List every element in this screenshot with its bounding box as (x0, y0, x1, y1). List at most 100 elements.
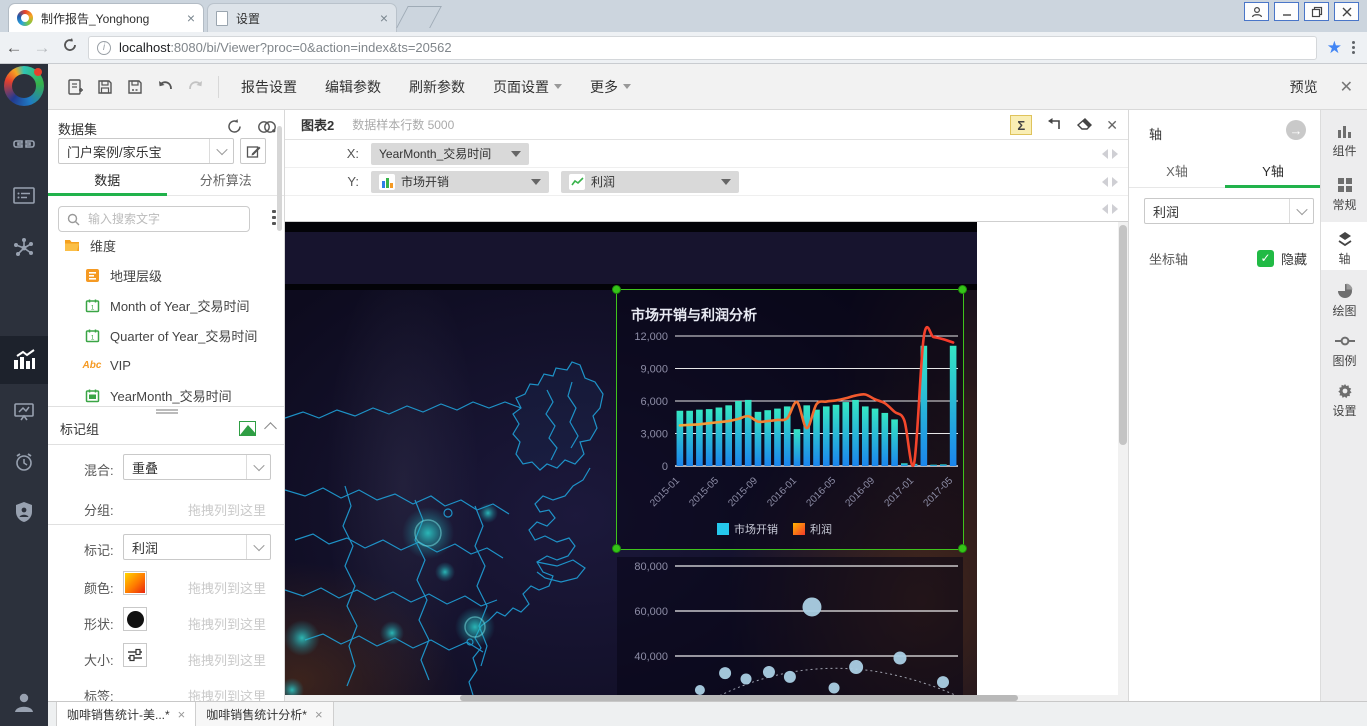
tab-y-axis[interactable]: Y轴 (1225, 158, 1321, 187)
edit-params-button[interactable]: 编辑参数 (325, 77, 381, 97)
sidebar-item-user[interactable] (0, 678, 48, 726)
clear-binding-icon[interactable]: ✕ (1106, 117, 1118, 134)
tab-close-icon[interactable]: × (380, 10, 388, 26)
tree-node-geo[interactable]: 地理层级 (48, 260, 278, 290)
browser-tab-settings[interactable]: 设置 × (207, 3, 397, 32)
refresh-dataset-icon[interactable] (226, 118, 243, 138)
selection-handle-sw[interactable] (612, 544, 621, 553)
tag-drop-zone[interactable]: 拖拽列到这里 (188, 686, 266, 701)
close-page-icon[interactable]: × (315, 707, 323, 722)
sidebar-item-schedule[interactable] (0, 438, 48, 486)
dataset-select[interactable]: 门户案例/家乐宝 (58, 138, 234, 164)
url-input[interactable]: i localhost :8080/bi/Viewer?proc=0&actio… (88, 36, 1317, 60)
forward-icon[interactable]: → (28, 38, 56, 58)
tree-node-dimensions[interactable]: 维度 (48, 230, 278, 260)
panel-splitter[interactable] (48, 406, 285, 407)
save-icon[interactable] (90, 78, 120, 96)
scroll-left-icon[interactable] (1102, 204, 1108, 214)
group-drop-zone[interactable]: 拖拽列到这里 (188, 500, 266, 519)
tab-data[interactable]: 数据 (48, 168, 167, 195)
page-info-icon[interactable]: i (97, 41, 111, 55)
dashboard-background[interactable]: 市场开销与利润分析03,0006,0009,00012,0002015-0120… (285, 222, 977, 695)
page-tab-1[interactable]: 咖啡销售统计-美...* × (56, 702, 196, 726)
selection-handle-nw[interactable] (612, 285, 621, 294)
size-swatch[interactable] (123, 643, 147, 667)
browser-menu-icon[interactable] (1352, 41, 1355, 54)
x-field-pill[interactable]: YearMonth_交易时间 (371, 143, 529, 165)
nav-general[interactable]: 常规 (1321, 172, 1367, 218)
color-swatch[interactable] (123, 571, 147, 595)
close-window-button[interactable] (1334, 2, 1359, 21)
canvas-empty-area[interactable] (977, 222, 1118, 695)
reload-icon[interactable] (56, 37, 84, 58)
selection-handle-ne[interactable] (958, 285, 967, 294)
field-menu-icon[interactable] (272, 210, 276, 225)
search-input[interactable] (86, 211, 241, 227)
blend-select[interactable]: 重叠 (123, 454, 271, 480)
nav-legend[interactable]: 图例 (1321, 328, 1367, 374)
report-settings-button[interactable]: 报告设置 (241, 77, 297, 97)
scroll-right-icon[interactable] (1112, 149, 1118, 159)
dashboard-header-panel[interactable] (285, 232, 977, 284)
save-as-icon[interactable] (120, 78, 150, 96)
tab-analytics[interactable]: 分析算法 (167, 168, 286, 195)
search-input-wrap[interactable] (58, 206, 250, 232)
clone-dataset-icon[interactable] (257, 119, 277, 138)
scroll-left-icon[interactable] (1102, 177, 1108, 187)
tab-x-axis[interactable]: X轴 (1129, 158, 1225, 187)
bookmark-star-icon[interactable]: ★ (1327, 38, 1342, 58)
sidebar-item-dashboard[interactable] (0, 336, 48, 384)
profile-button[interactable] (1244, 2, 1269, 21)
refresh-params-button[interactable]: 刷新参数 (409, 77, 465, 97)
close-page-icon[interactable]: × (178, 707, 186, 722)
mark-chart-type-icon[interactable] (239, 421, 256, 436)
sidebar-item-dataset[interactable] (0, 172, 48, 220)
tree-scrollbar[interactable] (277, 126, 282, 231)
tree-node-quarter[interactable]: 1 Quarter of Year_交易时间 (48, 320, 278, 350)
new-report-icon[interactable] (60, 78, 90, 96)
sidebar-item-data-prep[interactable] (0, 224, 48, 272)
tree-node-vip[interactable]: Abc VIP (48, 350, 278, 380)
collapse-icon[interactable] (264, 422, 277, 435)
sidebar-item-admin[interactable] (0, 488, 48, 536)
nav-settings[interactable]: 设置 (1321, 378, 1367, 424)
more-button[interactable]: 更多 (590, 77, 631, 97)
preview-button[interactable]: 预览 (1290, 77, 1318, 97)
undo-icon[interactable] (150, 78, 180, 95)
shape-swatch[interactable] (123, 607, 147, 631)
axis-field-select[interactable]: 利润 (1144, 198, 1314, 224)
sidebar-item-connection[interactable] (0, 120, 48, 168)
edit-dataset-button[interactable] (240, 138, 266, 164)
selection-handle-se[interactable] (958, 544, 967, 553)
page-settings-button[interactable]: 页面设置 (493, 77, 562, 97)
eraser-icon[interactable] (1076, 117, 1092, 134)
scroll-right-icon[interactable] (1112, 177, 1118, 187)
hide-axis-checkbox[interactable]: ✓ (1257, 250, 1274, 267)
y-field-pill-1[interactable]: 市场开销 (371, 171, 549, 193)
nav-component[interactable]: 组件 (1321, 118, 1367, 164)
redo-icon[interactable] (180, 78, 210, 95)
scroll-left-icon[interactable] (1102, 149, 1108, 159)
page-tab-2[interactable]: 咖啡销售统计分析* × (196, 702, 333, 726)
close-editor-icon[interactable]: ✕ (1340, 77, 1353, 97)
combo-chart[interactable]: 市场开销与利润分析03,0006,0009,00012,0002015-0120… (617, 290, 963, 549)
shape-drop-zone[interactable]: 拖拽列到这里 (188, 614, 266, 633)
size-drop-zone[interactable]: 拖拽列到这里 (188, 650, 266, 669)
mark-select[interactable]: 利润 (123, 534, 271, 560)
color-drop-zone[interactable]: 拖拽列到这里 (188, 578, 266, 597)
browser-tab-report[interactable]: 制作报告_Yonghong × (8, 3, 204, 32)
canvas-vertical-scrollbar[interactable] (1118, 222, 1128, 695)
minimize-button[interactable] (1274, 2, 1299, 21)
y-field-pill-2[interactable]: 利润 (561, 171, 739, 193)
tree-node-month[interactable]: 1 Month of Year_交易时间 (48, 290, 278, 320)
nav-axis[interactable]: 轴 (1321, 222, 1367, 270)
tab-close-icon[interactable]: × (187, 10, 195, 26)
nav-plot[interactable]: 绘图 (1321, 278, 1367, 324)
maximize-button[interactable] (1304, 2, 1329, 21)
scroll-right-icon[interactable] (1112, 204, 1118, 214)
back-icon[interactable]: ← (0, 38, 28, 58)
china-map-chart[interactable] (285, 290, 610, 695)
forward-circle-icon[interactable]: → (1286, 120, 1306, 140)
swap-axes-icon[interactable] (1046, 117, 1062, 134)
bubble-chart[interactable]: 80,00060,00040,000 (617, 557, 963, 695)
